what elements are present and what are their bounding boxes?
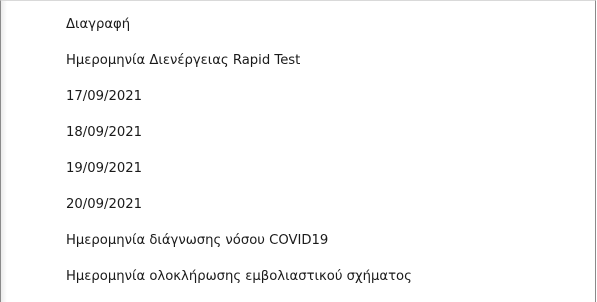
menu-item-covid19-diagnosis-date[interactable]: Ημερομηνία διάγνωσης νόσου COVID19 [2, 223, 595, 259]
menu-item-date-20-09-2021[interactable]: 20/09/2021 [2, 187, 595, 223]
dropdown-menu: Διαγραφή Ημερομηνία Διενέργειας Rapid Te… [0, 0, 596, 302]
menu-item-list: Διαγραφή Ημερομηνία Διενέργειας Rapid Te… [2, 17, 595, 302]
menu-item-rapid-test-date[interactable]: Ημερομηνία Διενέργειας Rapid Test [2, 43, 595, 79]
menu-item-delete[interactable]: Διαγραφή [2, 7, 595, 43]
menu-item-date-17-09-2021[interactable]: 17/09/2021 [2, 79, 595, 115]
menu-item-vaccination-completion-date[interactable]: Ημερομηνία ολοκλήρωσης εμβολιαστικού σχή… [2, 259, 595, 295]
menu-item-date-18-09-2021[interactable]: 18/09/2021 [2, 115, 595, 151]
menu-item-date-19-09-2021[interactable]: 19/09/2021 [2, 151, 595, 187]
